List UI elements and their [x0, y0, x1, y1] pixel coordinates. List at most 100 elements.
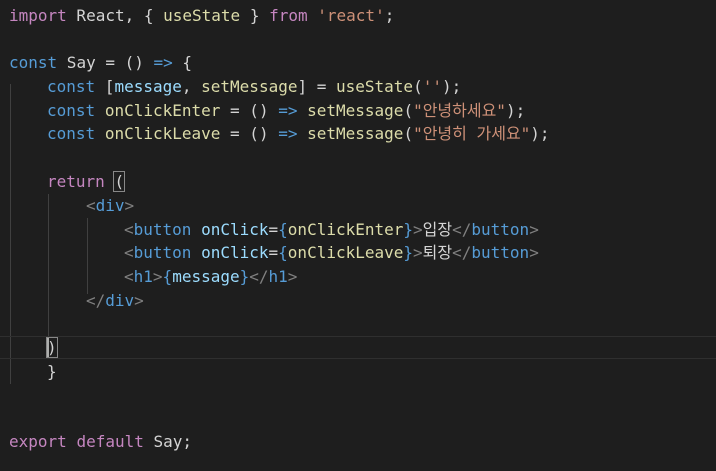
code-line-10: <button onClick={onClickEnter}>입장</butto…: [124, 218, 539, 242]
tag-bracket: >: [134, 291, 144, 310]
tag-button: button: [471, 243, 530, 262]
tag-bracket: >: [152, 267, 163, 286]
indent-guide: [48, 194, 49, 340]
brace: {: [162, 267, 173, 286]
code-line-19: export default Say;: [9, 430, 192, 454]
code-text: ,: [181, 77, 202, 96]
code-line-5: const onClickEnter = () => setMessage("안…: [47, 99, 525, 123]
keyword-export: export: [9, 432, 67, 451]
code-line-12: <h1>{message}</h1>: [124, 265, 297, 289]
string-react: 'react': [317, 6, 385, 25]
brace: {: [278, 243, 288, 262]
function-setmessage: setMessage: [307, 124, 404, 143]
tag-div: div: [105, 291, 135, 310]
code-line-4: const [message, setMessage] = useState('…: [47, 75, 461, 99]
function-usestate: useState: [336, 77, 414, 96]
tag-h1: h1: [268, 267, 288, 286]
brace: }: [239, 267, 250, 286]
tag-h1: h1: [133, 267, 153, 286]
variable-message: message: [172, 267, 240, 286]
code-editor[interactable]: import React, { useState } from 'react';…: [0, 0, 716, 471]
tag-bracket: <: [124, 267, 134, 286]
code-line-13: </div>: [86, 289, 144, 313]
code-text: = (): [220, 124, 279, 143]
code-line-9: <div>: [86, 194, 134, 218]
keyword-from: from: [269, 6, 308, 25]
function-onclickleave: onClickLeave: [104, 124, 221, 143]
keyword-const: const: [47, 101, 96, 120]
code-text: =: [268, 220, 279, 239]
code-line-16: }: [47, 360, 57, 384]
code-text: = (): [220, 101, 279, 120]
handler-name: onClickEnter: [287, 220, 404, 239]
keyword-return: return: [47, 172, 105, 191]
tag-bracket: </: [452, 220, 472, 239]
code-text: {: [172, 53, 193, 72]
function-setmessage: setMessage: [307, 101, 404, 120]
tag-bracket: >: [124, 196, 135, 215]
brace: }: [403, 243, 414, 262]
tag-bracket: >: [413, 243, 423, 262]
tag-bracket: </: [249, 267, 269, 286]
tag-bracket: <: [124, 220, 134, 239]
arrow-operator: =>: [278, 124, 298, 143]
code-text: (: [413, 77, 423, 96]
code-line-6: const onClickLeave = () => setMessage("안…: [47, 122, 550, 146]
keyword-const: const: [47, 77, 96, 96]
code-line-11: <button onClick={onClickLeave}>퇴장</butto…: [124, 241, 539, 265]
code-text: React, {: [66, 6, 164, 25]
code-text: ] =: [297, 77, 336, 96]
current-line-highlight: [0, 336, 716, 359]
tag-bracket: >: [287, 267, 298, 286]
tag-bracket: </: [86, 291, 106, 310]
keyword-const: const: [9, 53, 58, 72]
arrow-operator: =>: [278, 101, 298, 120]
tag-bracket: >: [529, 243, 539, 262]
keyword-import: import: [9, 6, 67, 25]
keyword-const: const: [47, 124, 96, 143]
tag-button: button: [133, 243, 192, 262]
code-text: );: [441, 77, 462, 96]
attr-onclick: onClick: [201, 220, 269, 239]
code-text: );: [530, 124, 550, 143]
code-line-1: import React, { useState } from 'react';: [9, 4, 394, 28]
code-text: Say = (): [57, 53, 154, 72]
variable-setmessage: setMessage: [201, 77, 298, 96]
brace: }: [403, 220, 414, 239]
code-text: Say;: [143, 432, 193, 451]
jsx-text: 퇴장: [422, 243, 453, 262]
string-message: "안녕하세요": [413, 101, 506, 120]
tag-bracket: <: [124, 243, 134, 262]
tag-bracket: >: [529, 220, 539, 239]
jsx-text: 입장: [422, 220, 453, 239]
function-onclickenter: onClickEnter: [104, 101, 221, 120]
code-text: (: [403, 101, 414, 120]
tag-bracket: </: [452, 243, 472, 262]
code-line-8: return (: [47, 170, 126, 194]
code-text: );: [505, 101, 526, 120]
text-cursor: [47, 338, 49, 357]
indent-guide: [87, 218, 88, 294]
code-text: }: [240, 6, 270, 25]
code-text: [: [95, 77, 115, 96]
tag-bracket: <: [86, 196, 96, 215]
string-message: "안녕히 가세요": [413, 124, 531, 143]
code-line-3: const Say = () => {: [9, 51, 192, 75]
code-text: =: [268, 243, 279, 262]
function-usestate: useState: [163, 6, 241, 25]
keyword-default: default: [76, 432, 144, 451]
variable-message: message: [114, 77, 182, 96]
tag-bracket: >: [413, 220, 423, 239]
string-empty: '': [422, 77, 442, 96]
handler-name: onClickLeave: [287, 243, 404, 262]
open-paren: (: [113, 171, 126, 192]
code-text: (: [403, 124, 414, 143]
arrow-operator: =>: [153, 53, 173, 72]
